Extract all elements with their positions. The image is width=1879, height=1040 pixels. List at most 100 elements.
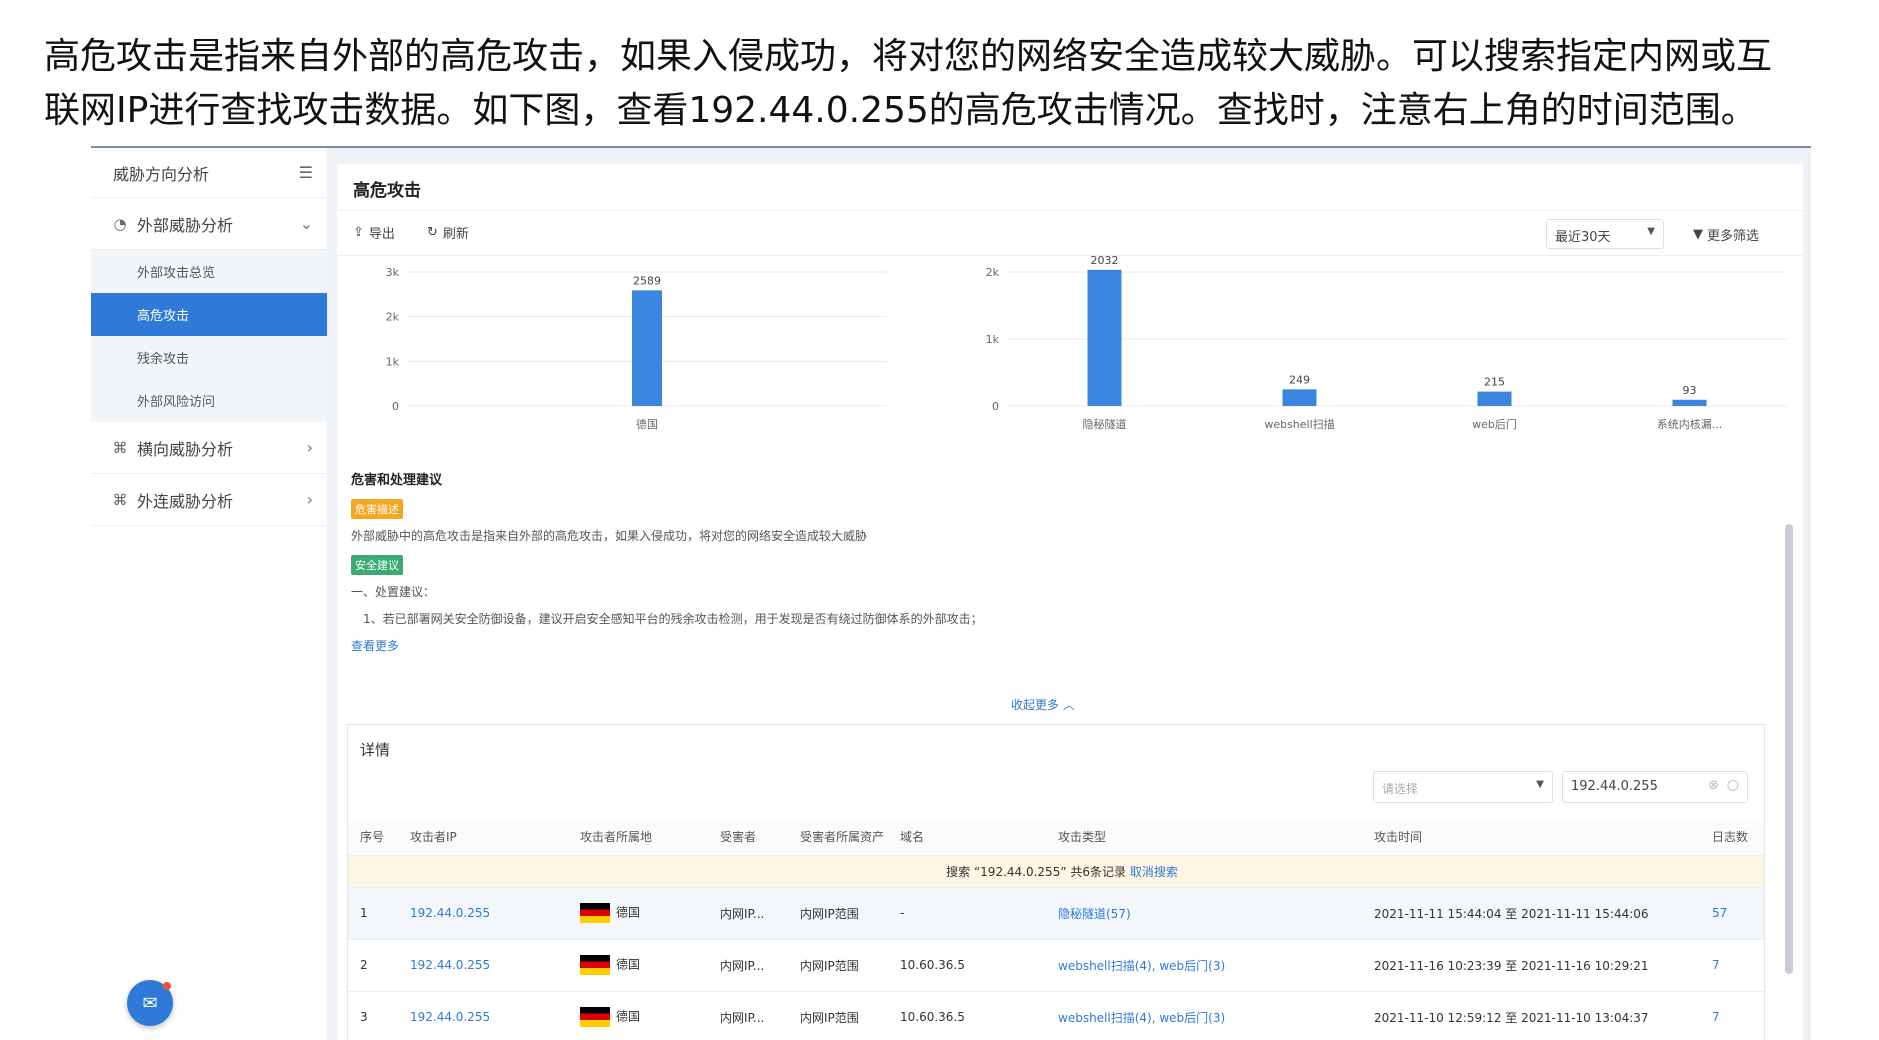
cell-logs[interactable]: 7 bbox=[1700, 939, 1764, 992]
geo-label: 德国 bbox=[616, 905, 641, 920]
cell-index: 2 bbox=[348, 939, 398, 992]
bar bbox=[1477, 391, 1512, 406]
feedback-button[interactable]: ✉ bbox=[127, 980, 173, 1026]
sidebar-item-overview[interactable]: 外部攻击总览 bbox=[91, 250, 327, 293]
chart-svg: 0 1k 2k 3k 2589 德国 bbox=[386, 266, 887, 431]
cell-attacker-ip[interactable]: 192.44.0.255 bbox=[398, 991, 568, 1040]
sidebar-group-label: 横向威胁分析 bbox=[137, 439, 234, 459]
col-attack-type[interactable]: 攻击类型 bbox=[1046, 819, 1362, 856]
cell-asset: 内网IP范围 bbox=[788, 991, 888, 1040]
sidebar: 威胁方向分析 ☰ ◔ 外部威胁分析 ⌄ 外部攻击总览 高危攻击 残余攻击 外部风… bbox=[91, 148, 327, 1040]
collapse-more-link[interactable]: 收起更多 ︿ bbox=[1011, 696, 1075, 713]
cell-geo: 德国 bbox=[568, 991, 708, 1040]
network-icon: ⌘ bbox=[112, 438, 128, 457]
tutorial-caption: 高危攻击是指来自外部的高危攻击，如果入侵成功，将对您的网络安全造成较大威胁。可以… bbox=[44, 30, 1844, 138]
col-victim-asset[interactable]: 受害者所属资产 bbox=[788, 819, 888, 856]
x-tick-label: 系统内核漏... bbox=[1657, 417, 1723, 431]
col-log-count[interactable]: 日志数 bbox=[1700, 819, 1764, 856]
cell-domain: 10.60.36.5 bbox=[888, 939, 1046, 992]
bar bbox=[1672, 399, 1707, 406]
bar bbox=[632, 290, 662, 406]
cell-attacker-ip[interactable]: 192.44.0.255 bbox=[398, 887, 568, 940]
col-attack-time[interactable]: 攻击时间 bbox=[1362, 819, 1700, 856]
time-range-value: 最近30天 bbox=[1555, 230, 1611, 245]
more-filter-button[interactable]: ▼ 更多筛选 bbox=[1693, 225, 1759, 244]
cell-attack-type[interactable]: 隐秘隧道(57) bbox=[1046, 887, 1362, 940]
col-victim[interactable]: 受害者 bbox=[708, 819, 788, 856]
x-tick-label: webshell扫描 bbox=[1264, 417, 1334, 431]
germany-flag-icon bbox=[580, 955, 610, 975]
cell-attacker-ip[interactable]: 192.44.0.255 bbox=[398, 939, 568, 992]
see-more-link[interactable]: 查看更多 bbox=[351, 637, 1551, 654]
cell-victim: 内网IP... bbox=[708, 991, 788, 1040]
scrollbar[interactable] bbox=[1785, 524, 1793, 974]
advice-line-2: 1、若已部署网关安全防御设备，建议开启安全感知平台的残余攻击检测，用于发现是否有… bbox=[363, 612, 983, 626]
advice-section: 危害和处理建议 危害描述 外部威胁中的高危攻击是指来自外部的高危攻击，如果入侵成… bbox=[351, 469, 1551, 654]
notification-dot bbox=[163, 982, 171, 990]
message-icon: ✉ bbox=[142, 992, 158, 1014]
bar bbox=[1282, 389, 1317, 406]
y-tick-label: 1k bbox=[986, 333, 1000, 346]
cell-domain: - bbox=[888, 887, 1046, 940]
cell-victim: 内网IP... bbox=[708, 887, 788, 940]
table-row[interactable]: 3 192.44.0.255 德国 内网IP... 内网IP范围 10.60.3… bbox=[348, 991, 1764, 1040]
table-row[interactable]: 1 192.44.0.255 德国 内网IP... 内网IP范围 - 隐秘隧道(… bbox=[348, 887, 1764, 940]
search-notice-text: 搜索 “192.44.0.255” 共6条记录 bbox=[946, 864, 1126, 879]
germany-flag-icon bbox=[580, 1007, 610, 1027]
refresh-button[interactable]: ↻ 刷新 bbox=[427, 223, 469, 242]
sidebar-group-label: 外部威胁分析 bbox=[137, 215, 234, 235]
col-attacker-ip[interactable]: 攻击者IP bbox=[398, 819, 568, 856]
clear-icon[interactable]: ⊗ bbox=[1708, 778, 1719, 793]
sidebar-group-lateral[interactable]: ⌘ 横向威胁分析 › bbox=[91, 422, 327, 474]
x-tick-label: 隐秘隧道 bbox=[1083, 417, 1127, 431]
sidebar-group-label: 外连威胁分析 bbox=[137, 491, 234, 511]
network-icon: ⌘ bbox=[112, 490, 128, 509]
col-attacker-geo[interactable]: 攻击者所属地 bbox=[568, 819, 708, 856]
sidebar-item-risk-access[interactable]: 外部风险访问 bbox=[91, 379, 327, 422]
filter-select[interactable]: 请选择 ▼ bbox=[1373, 771, 1553, 803]
cell-index: 3 bbox=[348, 991, 398, 1040]
sidebar-item-high-risk[interactable]: 高危攻击 bbox=[91, 293, 327, 336]
cell-index: 1 bbox=[348, 887, 398, 940]
refresh-icon: ↻ bbox=[427, 225, 438, 240]
attacker-region-chart: 0 1k 2k 3k 2589 德国 bbox=[357, 256, 897, 456]
sidebar-item-residual[interactable]: 残余攻击 bbox=[91, 336, 327, 379]
cell-asset: 内网IP范围 bbox=[788, 887, 888, 940]
caption-line-2: 联网IP进行查找攻击数据。如下图，查看192.44.0.255的高危攻击情况。查… bbox=[44, 90, 1757, 131]
main-panel: 高危攻击 ⇪ 导出 ↻ 刷新 最近30天 ▼ ▼ 更多筛选 0 1k 2k 3k 258… bbox=[337, 164, 1803, 1040]
y-tick-label: 0 bbox=[992, 400, 999, 413]
data-label: 249 bbox=[1289, 373, 1310, 386]
cell-time: 2021-11-16 10:23:39 至 2021-11-16 10:29:2… bbox=[1362, 939, 1700, 992]
x-tick-label: 德国 bbox=[636, 417, 658, 431]
advice-title: 危害和处理建议 bbox=[351, 473, 443, 488]
search-notice: 搜索 “192.44.0.255” 共6条记录 取消搜索 bbox=[348, 855, 1764, 888]
table-header-row: 序号 攻击者IP 攻击者所属地 受害者 受害者所属资产 域名 攻击类型 攻击时间… bbox=[348, 819, 1764, 856]
collapse-menu-icon[interactable]: ☰ bbox=[299, 163, 313, 182]
germany-flag-icon bbox=[580, 903, 610, 923]
table-row[interactable]: 2 192.44.0.255 德国 内网IP... 内网IP范围 10.60.3… bbox=[348, 939, 1764, 992]
col-index[interactable]: 序号 bbox=[348, 819, 398, 856]
cell-attack-type[interactable]: webshell扫描(4), web后门(3) bbox=[1046, 991, 1362, 1040]
attack-type-chart: 0 1k 2k 2032 隐秘隧道 249 webshell扫描 215 web后门 93 系统内核… bbox=[957, 254, 1797, 456]
search-icon[interactable]: ○ bbox=[1727, 777, 1739, 793]
cell-geo: 德国 bbox=[568, 887, 708, 940]
cancel-search-link[interactable]: 取消搜索 bbox=[1130, 865, 1178, 879]
geo-label: 德国 bbox=[616, 1009, 641, 1024]
sidebar-group-external[interactable]: ◔ 外部威胁分析 ⌄ bbox=[91, 198, 327, 250]
cell-attack-type[interactable]: webshell扫描(4), web后门(3) bbox=[1046, 939, 1362, 992]
cell-logs[interactable]: 57 bbox=[1700, 887, 1764, 940]
export-button[interactable]: ⇪ 导出 bbox=[353, 223, 395, 242]
search-input[interactable]: 192.44.0.255 ⊗ ○ bbox=[1562, 771, 1748, 803]
cell-logs[interactable]: 7 bbox=[1700, 991, 1764, 1040]
y-tick-label: 2k bbox=[986, 266, 1000, 279]
export-label: 导出 bbox=[368, 227, 395, 242]
toolbar: ⇪ 导出 ↻ 刷新 最近30天 ▼ ▼ 更多筛选 bbox=[337, 210, 1803, 256]
clock-icon: ◔ bbox=[113, 214, 127, 233]
y-tick-label: 1k bbox=[386, 355, 400, 368]
caret-down-icon: ▼ bbox=[1647, 226, 1655, 237]
time-range-select[interactable]: 最近30天 ▼ bbox=[1546, 219, 1664, 249]
sidebar-group-outbound[interactable]: ⌘ 外连威胁分析 › bbox=[91, 474, 327, 526]
col-domain[interactable]: 域名 bbox=[888, 819, 1046, 856]
cell-geo: 德国 bbox=[568, 939, 708, 992]
chevron-down-icon: ⌄ bbox=[299, 214, 313, 233]
